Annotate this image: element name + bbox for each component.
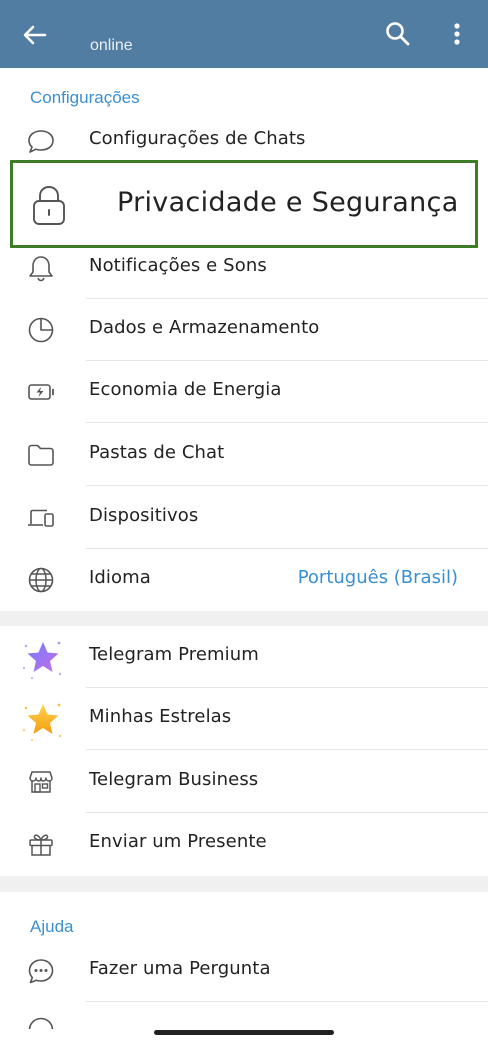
bell-icon (26, 253, 56, 283)
section-gap (0, 611, 488, 626)
devices-icon (26, 503, 56, 533)
gift-icon (26, 829, 56, 859)
settings-item-power-saving[interactable]: Economia de Energia (0, 361, 488, 423)
section-gap (0, 876, 488, 892)
settings-item-chat-folders[interactable]: Pastas de Chat (0, 424, 488, 486)
folder-icon (26, 440, 56, 470)
gold-star-icon (18, 696, 66, 744)
row-divider (86, 422, 488, 423)
premium-item-telegram-business[interactable]: Telegram Business (0, 751, 488, 813)
premium-star-icon (18, 634, 66, 682)
language-value: Português (Brasil) (297, 567, 458, 588)
row-divider (86, 749, 488, 750)
search-icon[interactable] (384, 20, 412, 48)
settings-item-devices[interactable]: Dispositivos (0, 487, 488, 549)
premium-item-label: Minhas Estrelas (89, 706, 232, 727)
settings-item-label: Privacidade e Segurança (117, 187, 459, 218)
store-icon (26, 767, 56, 797)
pie-chart-icon (26, 315, 56, 345)
settings-item-label: Economia de Energia (89, 379, 282, 400)
lock-icon (29, 184, 69, 226)
help-item-label: Fazer uma Pergunta (89, 958, 271, 979)
more-options-icon[interactable] (447, 20, 467, 48)
settings-item-notifications[interactable]: Notificações e Sons (0, 237, 488, 299)
row-divider (86, 485, 488, 486)
question-chat-icon (26, 956, 56, 986)
help-item-ask-question[interactable]: Fazer uma Pergunta (0, 940, 488, 1002)
settings-item-data-storage[interactable]: Dados e Armazenamento (0, 299, 488, 361)
premium-item-send-gift[interactable]: Enviar um Presente (0, 813, 488, 875)
section-title-help: Ajuda (30, 917, 74, 936)
premium-item-my-stars[interactable]: Minhas Estrelas (0, 688, 488, 750)
section-title-settings: Configurações (30, 88, 140, 107)
partial-row-icon (26, 1015, 56, 1029)
globe-icon (26, 565, 56, 595)
settings-item-label: Dispositivos (89, 505, 199, 526)
battery-icon (26, 377, 56, 407)
premium-item-label: Enviar um Presente (89, 831, 267, 852)
settings-item-label: Idioma (89, 567, 151, 588)
settings-item-label: Dados e Armazenamento (89, 317, 320, 338)
header-status: online (90, 37, 133, 54)
back-arrow-icon[interactable] (20, 20, 50, 50)
premium-item-telegram-premium[interactable]: Telegram Premium (0, 626, 488, 688)
settings-item-privacy-security[interactable]: Privacidade e Segurança (10, 160, 478, 248)
settings-item-language[interactable]: Idioma Português (Brasil) (0, 549, 488, 611)
settings-item-label: Configurações de Chats (89, 128, 306, 149)
premium-item-label: Telegram Premium (89, 644, 259, 665)
chat-bubble-icon (26, 126, 56, 156)
home-indicator[interactable] (154, 1030, 334, 1035)
premium-item-label: Telegram Business (89, 769, 259, 790)
app-header: online (0, 0, 488, 68)
settings-item-label: Notificações e Sons (89, 255, 267, 276)
settings-item-label: Pastas de Chat (89, 442, 225, 463)
row-divider (86, 1001, 488, 1002)
